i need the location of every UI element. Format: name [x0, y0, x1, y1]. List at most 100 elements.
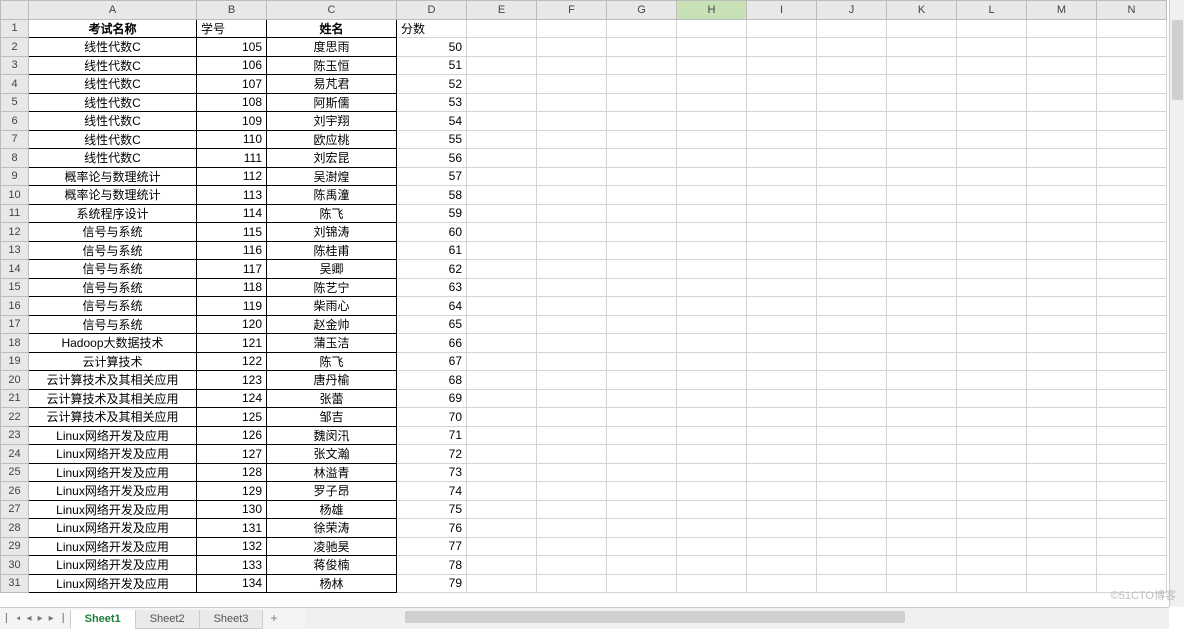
- cell-B17[interactable]: 120: [197, 315, 267, 334]
- cell-C23[interactable]: 魏闵汛: [267, 426, 397, 445]
- cell-M14[interactable]: [1027, 260, 1097, 279]
- cell-N4[interactable]: [1097, 75, 1167, 94]
- cell-M5[interactable]: [1027, 93, 1097, 112]
- cell-N22[interactable]: [1097, 408, 1167, 427]
- cell-F9[interactable]: [537, 167, 607, 186]
- cell-C7[interactable]: 欧应桃: [267, 130, 397, 149]
- cell-B22[interactable]: 125: [197, 408, 267, 427]
- cell-I11[interactable]: [747, 204, 817, 223]
- cell-B25[interactable]: 128: [197, 463, 267, 482]
- cell-H17[interactable]: [677, 315, 747, 334]
- cell-C8[interactable]: 刘宏昆: [267, 149, 397, 168]
- cell-N15[interactable]: [1097, 278, 1167, 297]
- cell-A6[interactable]: 线性代数C: [29, 112, 197, 131]
- cell-M19[interactable]: [1027, 352, 1097, 371]
- col-header-L[interactable]: L: [957, 1, 1027, 20]
- cell-A26[interactable]: Linux网络开发及应用: [29, 482, 197, 501]
- cell-L30[interactable]: [957, 556, 1027, 575]
- cell-L20[interactable]: [957, 371, 1027, 390]
- cell-D26[interactable]: 74: [397, 482, 467, 501]
- cell-E16[interactable]: [467, 297, 537, 316]
- cell-E23[interactable]: [467, 426, 537, 445]
- cell-B23[interactable]: 126: [197, 426, 267, 445]
- cell-E26[interactable]: [467, 482, 537, 501]
- cell-B3[interactable]: 106: [197, 56, 267, 75]
- cell-L29[interactable]: [957, 537, 1027, 556]
- horizontal-scrollbar[interactable]: [305, 608, 1169, 629]
- cell-J6[interactable]: [817, 112, 887, 131]
- cell-N3[interactable]: [1097, 56, 1167, 75]
- cell-I6[interactable]: [747, 112, 817, 131]
- cell-E22[interactable]: [467, 408, 537, 427]
- row-header-11[interactable]: 11: [1, 204, 29, 223]
- cell-L4[interactable]: [957, 75, 1027, 94]
- cell-G3[interactable]: [607, 56, 677, 75]
- cell-N23[interactable]: [1097, 426, 1167, 445]
- cell-C29[interactable]: 凌驰昊: [267, 537, 397, 556]
- cell-A9[interactable]: 概率论与数理统计: [29, 167, 197, 186]
- cell-C19[interactable]: 陈飞: [267, 352, 397, 371]
- cell-M2[interactable]: [1027, 38, 1097, 57]
- cell-A30[interactable]: Linux网络开发及应用: [29, 556, 197, 575]
- row-header-23[interactable]: 23: [1, 426, 29, 445]
- cell-M24[interactable]: [1027, 445, 1097, 464]
- add-sheet-button[interactable]: +: [262, 608, 285, 629]
- cell-F12[interactable]: [537, 223, 607, 242]
- cell-C11[interactable]: 陈飞: [267, 204, 397, 223]
- cell-D31[interactable]: 79: [397, 574, 467, 593]
- row-header-18[interactable]: 18: [1, 334, 29, 353]
- cell-H3[interactable]: [677, 56, 747, 75]
- cell-F17[interactable]: [537, 315, 607, 334]
- cell-M21[interactable]: [1027, 389, 1097, 408]
- row-header-20[interactable]: 20: [1, 371, 29, 390]
- cell-J5[interactable]: [817, 93, 887, 112]
- cell-L11[interactable]: [957, 204, 1027, 223]
- cell-I9[interactable]: [747, 167, 817, 186]
- cell-K21[interactable]: [887, 389, 957, 408]
- cell-I29[interactable]: [747, 537, 817, 556]
- row-header-19[interactable]: 19: [1, 352, 29, 371]
- cell-A13[interactable]: 信号与系统: [29, 241, 197, 260]
- cell-H10[interactable]: [677, 186, 747, 205]
- cell-M22[interactable]: [1027, 408, 1097, 427]
- cell-D4[interactable]: 52: [397, 75, 467, 94]
- cell-J13[interactable]: [817, 241, 887, 260]
- col-header-I[interactable]: I: [747, 1, 817, 20]
- cell-C20[interactable]: 唐丹榆: [267, 371, 397, 390]
- cell-L15[interactable]: [957, 278, 1027, 297]
- cell-N30[interactable]: [1097, 556, 1167, 575]
- cell-F8[interactable]: [537, 149, 607, 168]
- cell-G15[interactable]: [607, 278, 677, 297]
- cell-J17[interactable]: [817, 315, 887, 334]
- cell-K14[interactable]: [887, 260, 957, 279]
- cell-F28[interactable]: [537, 519, 607, 538]
- cell-L19[interactable]: [957, 352, 1027, 371]
- row-header-21[interactable]: 21: [1, 389, 29, 408]
- cell-I19[interactable]: [747, 352, 817, 371]
- cell-C10[interactable]: 陈禹潼: [267, 186, 397, 205]
- cell-K28[interactable]: [887, 519, 957, 538]
- cell-B7[interactable]: 110: [197, 130, 267, 149]
- cell-K22[interactable]: [887, 408, 957, 427]
- cell-E24[interactable]: [467, 445, 537, 464]
- cell-G18[interactable]: [607, 334, 677, 353]
- col-header-C[interactable]: C: [267, 1, 397, 20]
- cell-E11[interactable]: [467, 204, 537, 223]
- cell-K11[interactable]: [887, 204, 957, 223]
- cell-D25[interactable]: 73: [397, 463, 467, 482]
- cell-C17[interactable]: 赵金帅: [267, 315, 397, 334]
- cell-D7[interactable]: 55: [397, 130, 467, 149]
- cell-N26[interactable]: [1097, 482, 1167, 501]
- cell-H28[interactable]: [677, 519, 747, 538]
- cell-C24[interactable]: 张文瀚: [267, 445, 397, 464]
- cell-I4[interactable]: [747, 75, 817, 94]
- cell-E4[interactable]: [467, 75, 537, 94]
- cell-F2[interactable]: [537, 38, 607, 57]
- cell-M26[interactable]: [1027, 482, 1097, 501]
- cell-J21[interactable]: [817, 389, 887, 408]
- cell-H16[interactable]: [677, 297, 747, 316]
- cell-K19[interactable]: [887, 352, 957, 371]
- cell-D22[interactable]: 70: [397, 408, 467, 427]
- cell-L16[interactable]: [957, 297, 1027, 316]
- cell-G19[interactable]: [607, 352, 677, 371]
